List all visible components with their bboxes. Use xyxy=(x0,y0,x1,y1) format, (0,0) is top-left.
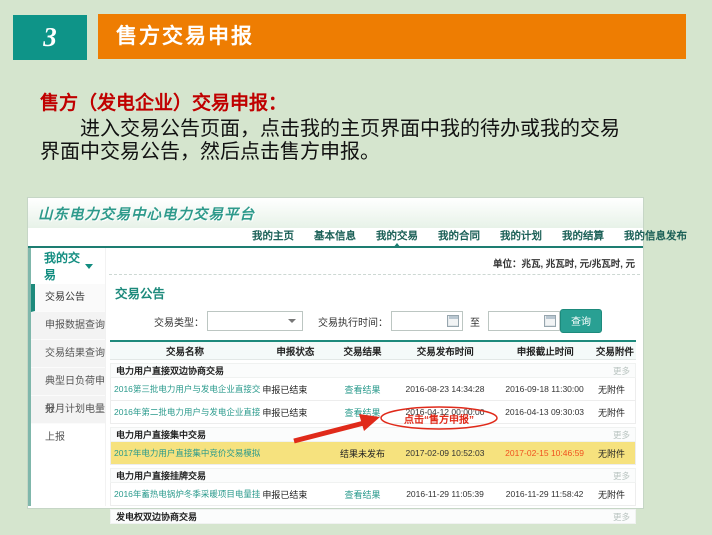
intro-heading: 售方（发电企业）交易申报： xyxy=(40,88,685,115)
app-logo-bar: 山东电力交易中心电力交易平台 xyxy=(28,198,643,228)
attachment: 无附件 xyxy=(593,447,635,460)
more-link[interactable]: 更多 xyxy=(613,429,630,441)
sidebar-header-label: 我的交易 xyxy=(44,249,85,283)
publish-time: 2016-11-29 11:05:39 xyxy=(394,489,496,499)
more-link[interactable]: 更多 xyxy=(613,511,630,523)
view-result-link[interactable]: 查看结果 xyxy=(344,408,380,418)
announcement-table: 交易名称 申报状态 交易结果 交易发布时间 申报截止时间 交易附件 电力用户直接… xyxy=(110,340,636,524)
transaction-status: 申报已结束 xyxy=(260,383,331,396)
sidebar-item-monthly-plan-report[interactable]: 分月计划电量上报 xyxy=(31,396,105,424)
top-nav: 我的主页 基本信息 我的交易 我的合同 我的计划 我的结算 我的信息发布 xyxy=(28,228,643,248)
intro-block: 售方（发电企业）交易申报： 进入交易公告页面，点击我的主页界面中我的待办或我的交… xyxy=(40,88,685,164)
group-title: 电力用户直接集中交易 xyxy=(116,428,206,441)
nav-item-basic-info[interactable]: 基本信息 xyxy=(304,228,366,246)
sidebar-header-my-trades[interactable]: 我的交易 xyxy=(31,248,105,284)
transaction-status: 申报已结束 xyxy=(260,488,331,501)
slide-background: 3 售方交易申报 售方（发电企业）交易申报： 进入交易公告页面，点击我的主页界面… xyxy=(0,0,712,535)
section-title-banner: 售方交易申报 xyxy=(98,14,686,59)
section-title: 售方交易申报 xyxy=(116,25,254,48)
sidebar-item-trade-announcements[interactable]: 交易公告 xyxy=(31,284,105,312)
table-row: 2016第三批电力用户与发电企业直接交易 申报已结束 查看结果 2016-08-… xyxy=(110,378,636,401)
col-header-status: 申报状态 xyxy=(260,344,331,358)
filter-bar: 交易类型： 交易执行时间： 至 查询 xyxy=(106,309,643,333)
view-result-link[interactable]: 查看结果 xyxy=(344,490,380,500)
col-header-name: 交易名称 xyxy=(110,344,260,358)
calendar-icon[interactable] xyxy=(544,315,556,327)
table-header-row: 交易名称 申报状态 交易结果 交易发布时间 申报截止时间 交易附件 xyxy=(110,340,636,360)
announcement-link[interactable]: 2017年电力用户直接集中竞价交易模拟测试 xyxy=(114,448,260,458)
nav-item-my-contracts[interactable]: 我的合同 xyxy=(428,228,490,246)
announcement-link[interactable]: 2016年第二批电力用户与发电企业直接交易 xyxy=(114,407,260,417)
unit-note: 单位：兆瓦, 兆瓦时, 元/兆瓦时, 元 xyxy=(106,248,643,274)
nav-item-my-plans[interactable]: 我的计划 xyxy=(490,228,552,246)
section-number: 3 xyxy=(43,22,57,53)
nav-item-my-trades[interactable]: 我的交易 xyxy=(366,228,428,246)
exec-time-label: 交易执行时间： xyxy=(318,314,388,329)
sidebar-item-trade-result-query[interactable]: 交易结果查询 xyxy=(31,340,105,368)
exec-time-from-input[interactable] xyxy=(391,311,463,331)
deadline: 2017-02-15 10:46:59 xyxy=(496,448,593,458)
calendar-icon[interactable] xyxy=(447,315,459,327)
transaction-status: 申报已结束 xyxy=(260,406,331,419)
col-header-publish-time: 交易发布时间 xyxy=(394,344,497,358)
trade-type-label: 交易类型： xyxy=(154,314,204,329)
section-number-box: 3 xyxy=(13,15,87,60)
intro-line-1: 进入交易公告页面，点击我的主页界面中我的待办或我的交易 xyxy=(40,118,685,141)
trade-type-select[interactable] xyxy=(207,311,303,331)
sidebar-items: 交易公告 申报数据查询 交易结果查询 典型日负荷申报 分月计划电量上报 xyxy=(31,284,105,424)
col-header-deadline: 申报截止时间 xyxy=(497,344,594,358)
group-header-centralized: 电力用户直接集中交易 更多 xyxy=(110,427,636,442)
group-header-bilateral: 电力用户直接双边协商交易 更多 xyxy=(110,363,636,378)
sidebar-item-typical-day-load[interactable]: 典型日负荷申报 xyxy=(31,368,105,396)
attachment: 无附件 xyxy=(593,383,635,396)
table-row-highlighted: 2017年电力用户直接集中竞价交易模拟测试售方申报 结果未发布 2017-02-… xyxy=(110,442,636,465)
sidebar-item-declaration-data-query[interactable]: 申报数据查询 xyxy=(31,312,105,340)
deadline: 2016-04-13 09:30:03 xyxy=(496,407,593,417)
publish-time: 2017-02-09 10:52:03 xyxy=(394,448,496,458)
col-header-attachment: 交易附件 xyxy=(594,344,636,358)
deadline: 2016-11-29 11:58:42 xyxy=(496,489,593,499)
group-header-listing: 电力用户直接挂牌交易 更多 xyxy=(110,468,636,483)
publish-time: 2016-04-12 00:00:00 xyxy=(394,407,496,417)
attachment: 无附件 xyxy=(593,406,635,419)
sidebar: 我的交易 交易公告 申报数据查询 交易结果查询 典型日负荷申报 分月计划电量上报 xyxy=(28,248,105,506)
nav-item-my-settlement[interactable]: 我的结算 xyxy=(552,228,614,246)
group-title: 发电权双边协商交易 xyxy=(116,510,197,523)
divider xyxy=(109,274,640,275)
exec-time-to-input[interactable] xyxy=(488,311,560,331)
group-title: 电力用户直接挂牌交易 xyxy=(116,469,206,482)
main-content: 单位：兆瓦, 兆瓦时, 元/兆瓦时, 元 交易公告 交易类型： 交易执行时间： … xyxy=(105,248,643,506)
more-link[interactable]: 更多 xyxy=(613,365,630,377)
group-header-generation-rights: 发电权双边协商交易 更多 xyxy=(110,509,636,524)
page-title: 交易公告 xyxy=(115,283,643,302)
search-button[interactable]: 查询 xyxy=(560,309,602,333)
view-result-link[interactable]: 查看结果 xyxy=(344,385,380,395)
publish-time: 2016-08-23 14:34:28 xyxy=(394,384,496,394)
announcement-link[interactable]: 2016年蓄热电锅炉冬季采暖项目电量挂牌交 xyxy=(114,489,260,499)
nav-item-home[interactable]: 我的主页 xyxy=(242,228,304,246)
table-row: 2016年第二批电力用户与发电企业直接交易 申报已结束 查看结果 2016-04… xyxy=(110,401,636,424)
announcement-link[interactable]: 2016第三批电力用户与发电企业直接交易 xyxy=(114,384,260,394)
chevron-down-icon xyxy=(85,264,93,269)
table-row: 2016年蓄热电锅炉冬季采暖项目电量挂牌交 申报已结束 查看结果 2016-11… xyxy=(110,483,636,506)
result-not-published: 结果未发布 xyxy=(331,447,394,460)
col-header-result: 交易结果 xyxy=(331,344,394,358)
nav-item-my-info-publish[interactable]: 我的信息发布 xyxy=(614,228,697,246)
more-link[interactable]: 更多 xyxy=(613,470,630,482)
to-label: 至 xyxy=(470,314,480,329)
nav-item-my-trades-label: 我的交易 xyxy=(376,230,418,242)
app-body: 我的交易 交易公告 申报数据查询 交易结果查询 典型日负荷申报 分月计划电量上报… xyxy=(28,248,643,506)
chevron-down-icon xyxy=(288,319,296,323)
app-window: 山东电力交易中心电力交易平台 我的主页 基本信息 我的交易 我的合同 我的计划 … xyxy=(28,198,643,508)
group-title: 电力用户直接双边协商交易 xyxy=(116,364,224,377)
intro-line-2: 界面中交易公告，然后点击售方申报。 xyxy=(40,141,685,164)
deadline: 2016-09-18 11:30:00 xyxy=(496,384,593,394)
app-logo: 山东电力交易中心电力交易平台 xyxy=(38,203,255,224)
attachment: 无附件 xyxy=(593,488,635,501)
